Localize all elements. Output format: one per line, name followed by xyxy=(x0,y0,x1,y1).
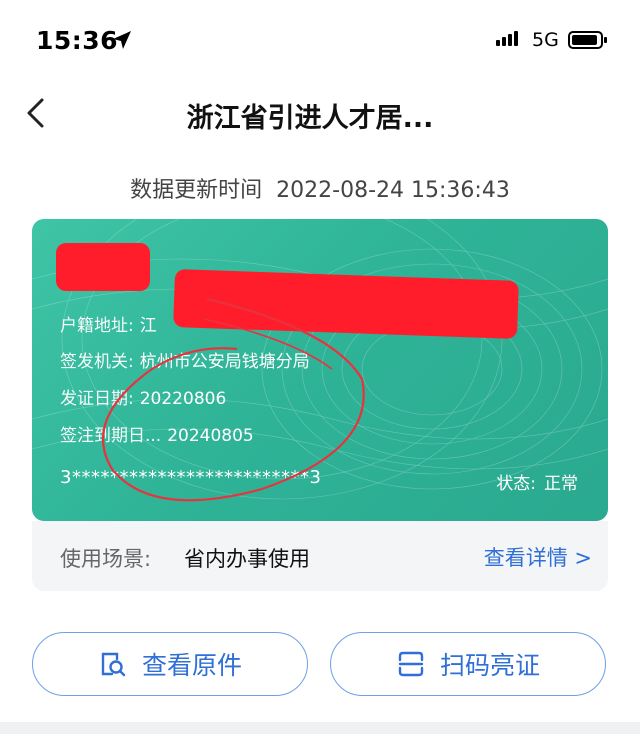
battery-icon xyxy=(568,31,607,49)
signal-icon xyxy=(496,31,518,46)
scan-code-icon xyxy=(398,651,424,677)
search-document-icon xyxy=(101,652,126,677)
scan-show-button[interactable]: 扫码亮证 xyxy=(330,632,606,696)
status-bar: 15:36 5G xyxy=(0,0,640,80)
usage-scene-label: 使用场景: xyxy=(60,547,152,571)
view-original-button[interactable]: 查看原件 xyxy=(32,632,308,696)
view-original-label: 查看原件 xyxy=(141,651,242,680)
scan-show-label: 扫码亮证 xyxy=(439,651,540,680)
page-title: 浙江省引进人才居... xyxy=(186,103,434,134)
red-scribble-annotation xyxy=(102,297,365,502)
bottom-divider xyxy=(0,722,640,734)
update-time-value: 2022-08-24 15:36:43 xyxy=(276,178,510,203)
status-time: 15:36 xyxy=(36,26,119,55)
update-time-row: 数据更新时间 2022-08-24 15:36:43 xyxy=(0,172,640,204)
certificate-card[interactable]: 户籍地址: 江 签发机关: 杭州市公安局钱塘分局 发证日期: 20220806 签注到… xyxy=(32,219,608,521)
usage-scene-value: 省内办事使用 xyxy=(184,547,310,571)
view-details-link[interactable]: 查看详情 > xyxy=(484,542,592,572)
back-chevron-icon[interactable] xyxy=(22,96,50,130)
usage-scene-row: 使用场景: 省内办事使用 查看详情 > xyxy=(32,521,608,591)
location-arrow-icon xyxy=(113,31,131,49)
network-type: 5G xyxy=(532,29,559,51)
update-time-label: 数据更新时间 xyxy=(130,178,263,203)
